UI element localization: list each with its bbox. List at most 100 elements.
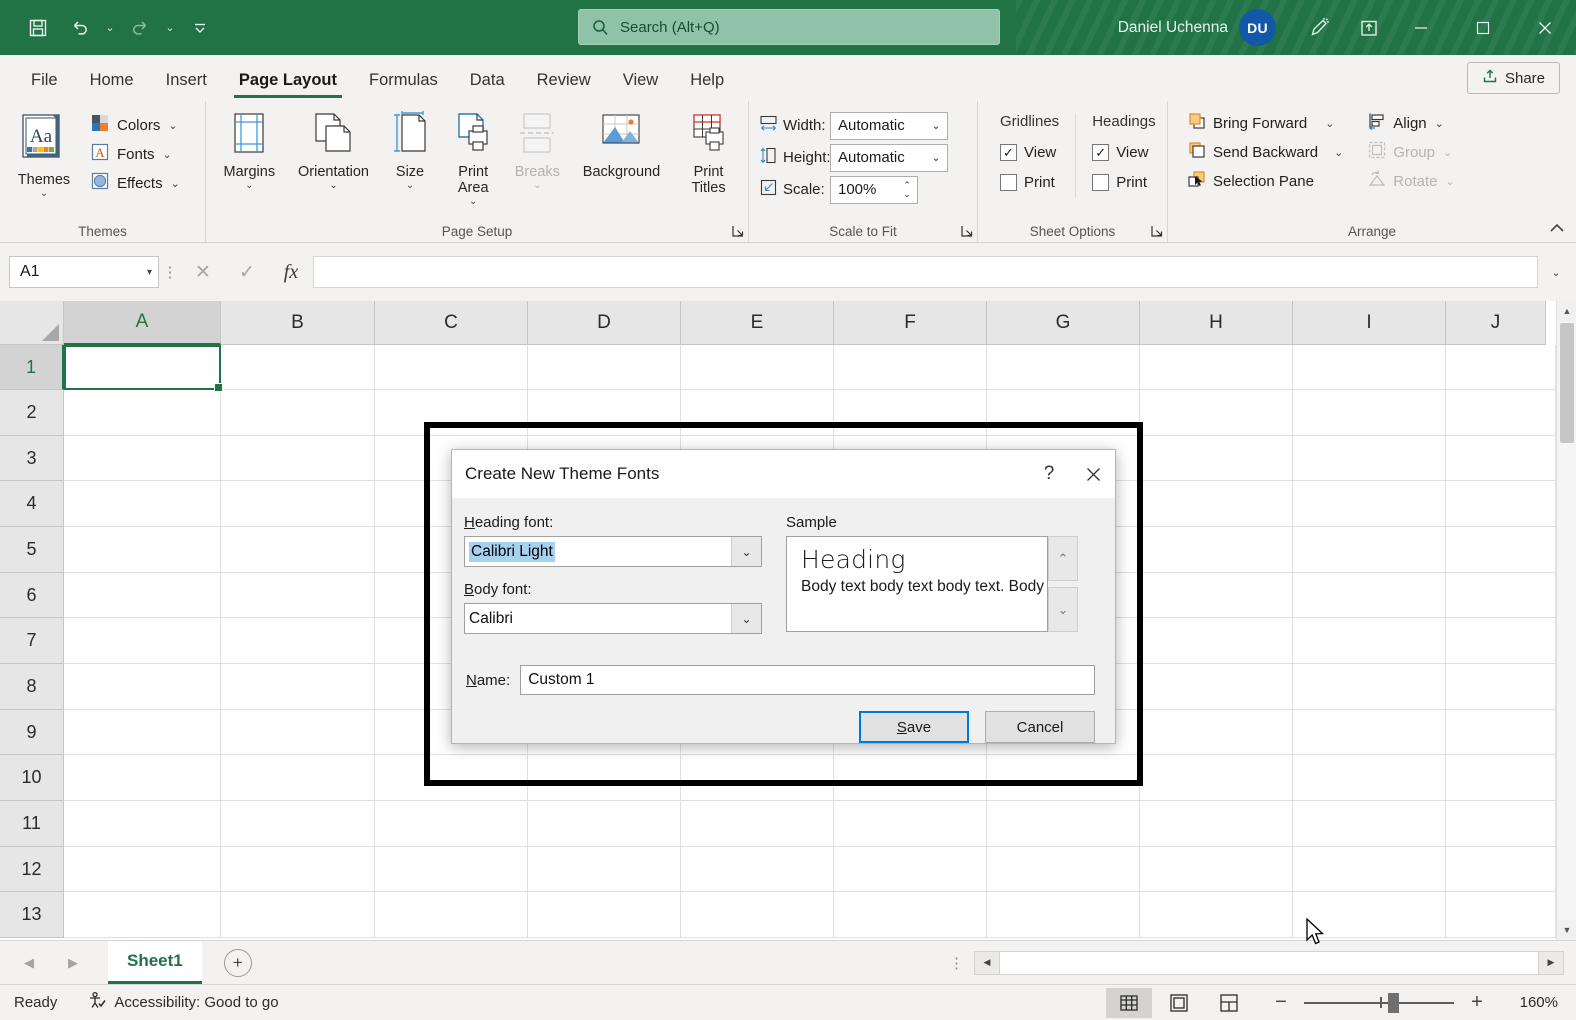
cell-F1[interactable] <box>834 345 987 389</box>
zoom-in-button[interactable]: + <box>1466 991 1488 1014</box>
cell-H3[interactable] <box>1140 436 1293 480</box>
cell-H2[interactable] <box>1140 390 1293 435</box>
share-button[interactable]: Share <box>1467 62 1560 94</box>
vertical-scroll-thumb[interactable] <box>1560 323 1574 443</box>
headings-print-checkbox[interactable]: Print <box>1092 167 1147 197</box>
horizontal-scroll-track[interactable] <box>1000 951 1538 975</box>
cell-I3[interactable] <box>1293 436 1446 480</box>
cell-I7[interactable] <box>1293 618 1446 663</box>
formula-input[interactable] <box>313 256 1538 288</box>
tab-help[interactable]: Help <box>675 59 739 101</box>
cell-A4[interactable] <box>64 481 221 526</box>
orientation-button[interactable]: Orientation ⌄ <box>287 107 381 194</box>
column-header-B[interactable]: B <box>221 301 375 345</box>
undo-icon[interactable] <box>60 10 100 46</box>
zoom-out-button[interactable]: − <box>1270 991 1292 1014</box>
cell-F11[interactable] <box>834 801 987 846</box>
dialog-close-button[interactable] <box>1071 454 1115 494</box>
column-header-A[interactable]: A <box>64 301 221 345</box>
scroll-down-icon[interactable]: ▼ <box>1557 920 1576 940</box>
cell-H8[interactable] <box>1140 664 1293 709</box>
cancel-button[interactable]: Cancel <box>985 711 1095 743</box>
size-button[interactable]: Size ⌄ <box>380 107 439 194</box>
cell-C2[interactable] <box>375 390 528 435</box>
tab-home[interactable]: Home <box>75 59 149 101</box>
zoom-slider[interactable] <box>1304 993 1454 1013</box>
cell-F12[interactable] <box>834 847 987 891</box>
cell-C11[interactable] <box>375 801 528 846</box>
row-header-4[interactable]: 4 <box>0 481 64 527</box>
print-titles-button[interactable]: Print Titles <box>675 107 742 200</box>
scroll-up-icon[interactable]: ▲ <box>1557 301 1576 321</box>
row-header-13[interactable]: 13 <box>0 892 64 938</box>
cell-A7[interactable] <box>64 618 221 663</box>
cell-A2[interactable] <box>64 390 221 435</box>
cell-B6[interactable] <box>221 573 375 617</box>
cell-B4[interactable] <box>221 481 375 526</box>
cell-B3[interactable] <box>221 436 375 480</box>
align-button[interactable]: Align ⌄ <box>1362 109 1459 138</box>
table-row[interactable] <box>64 892 1576 938</box>
cell-J3[interactable] <box>1446 436 1556 480</box>
scroll-right-icon[interactable]: ▶ <box>1538 951 1564 975</box>
tab-data[interactable]: Data <box>455 59 520 101</box>
tab-file[interactable]: File <box>16 59 73 101</box>
minimize-button[interactable] <box>1390 0 1452 55</box>
name-box[interactable]: A1 ▾ <box>9 256 159 288</box>
cell-I10[interactable] <box>1293 755 1446 800</box>
gridlines-print-checkbox[interactable]: Print <box>1000 167 1055 197</box>
cell-E2[interactable] <box>681 390 834 435</box>
cell-A6[interactable] <box>64 573 221 617</box>
column-header-H[interactable]: H <box>1140 301 1293 345</box>
cell-B11[interactable] <box>221 801 375 846</box>
cell-J5[interactable] <box>1446 527 1556 572</box>
fx-icon[interactable]: fx <box>269 256 313 288</box>
help-button[interactable]: ? <box>1027 454 1071 494</box>
table-row[interactable] <box>64 801 1576 847</box>
heading-font-combo[interactable]: Calibri Light ⌄ <box>464 536 762 567</box>
background-button[interactable]: Background <box>568 107 675 184</box>
cell-I2[interactable] <box>1293 390 1446 435</box>
cell-J4[interactable] <box>1446 481 1556 526</box>
undo-dropdown-icon[interactable]: ⌄ <box>102 10 118 46</box>
redo-icon[interactable] <box>120 10 160 46</box>
cell-B2[interactable] <box>221 390 375 435</box>
cell-J8[interactable] <box>1446 664 1556 709</box>
check-icon[interactable]: ✓ <box>225 256 269 288</box>
horizontal-scrollbar[interactable]: ◀ ▶ <box>974 951 1564 975</box>
page-break-preview-button[interactable] <box>1206 988 1252 1018</box>
row-header-5[interactable]: 5 <box>0 527 64 573</box>
cell-B7[interactable] <box>221 618 375 663</box>
print-area-button[interactable]: Print Area ⌄ <box>440 107 507 210</box>
zoom-slider-thumb[interactable] <box>1388 993 1399 1013</box>
cancel-icon[interactable]: ✕ <box>181 256 225 288</box>
checkbox-unchecked-icon[interactable] <box>1000 174 1017 191</box>
column-header-I[interactable]: I <box>1293 301 1446 345</box>
theme-effects-button[interactable]: Effects ⌄ <box>84 169 185 198</box>
theme-name-input[interactable]: Custom 1 <box>520 665 1095 695</box>
tab-insert[interactable]: Insert <box>151 59 222 101</box>
formula-bar-grip[interactable]: ⋮ <box>159 263 181 281</box>
cell-H4[interactable] <box>1140 481 1293 526</box>
chevron-down-icon[interactable]: ⌄ <box>1325 117 1334 130</box>
horizontal-splitter[interactable]: ⋮ <box>949 954 964 972</box>
row-header-1[interactable]: 1 <box>0 345 64 390</box>
cell-J6[interactable] <box>1446 573 1556 617</box>
close-button[interactable] <box>1514 0 1576 55</box>
cell-B10[interactable] <box>221 755 375 800</box>
cell-J12[interactable] <box>1446 847 1556 891</box>
chevron-down-icon[interactable]: ⌄ <box>1435 117 1444 130</box>
column-header-E[interactable]: E <box>681 301 834 345</box>
cell-I9[interactable] <box>1293 710 1446 754</box>
cell-I12[interactable] <box>1293 847 1446 891</box>
checkbox-checked-icon[interactable] <box>1000 144 1017 161</box>
cell-H13[interactable] <box>1140 892 1293 937</box>
cell-B1[interactable] <box>221 345 375 389</box>
cell-A13[interactable] <box>64 892 221 937</box>
theme-fonts-button[interactable]: A Fonts ⌄ <box>84 140 185 169</box>
cell-B5[interactable] <box>221 527 375 572</box>
scale-to-fit-dialog-launcher[interactable] <box>959 223 975 239</box>
cell-F13[interactable] <box>834 892 987 937</box>
cell-H1[interactable] <box>1140 345 1293 389</box>
previous-sheet-icon[interactable]: ◀ <box>18 950 40 976</box>
